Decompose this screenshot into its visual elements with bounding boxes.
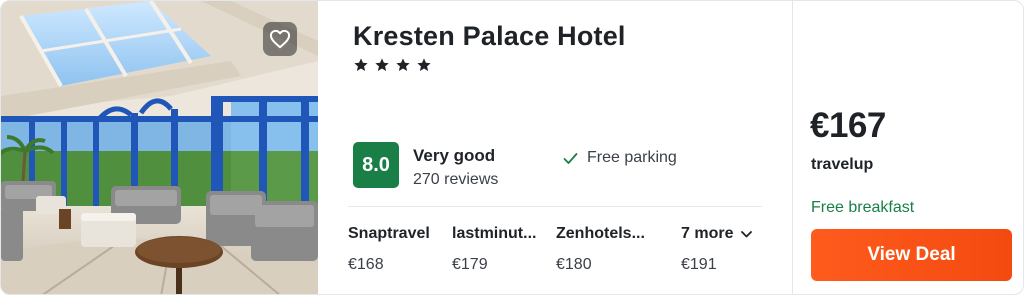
hotel-photo[interactable] bbox=[1, 1, 318, 294]
provider-offer[interactable]: lastminut... €179 bbox=[452, 225, 536, 274]
rating-label: Very good bbox=[413, 146, 496, 165]
provider-price: €179 bbox=[452, 256, 488, 273]
more-providers[interactable]: 7 more €191 bbox=[681, 225, 753, 274]
favorite-button[interactable] bbox=[263, 22, 297, 56]
deal-perk: Free breakfast bbox=[811, 199, 915, 216]
more-providers-toggle[interactable]: 7 more bbox=[681, 225, 753, 243]
deal-provider: travelup bbox=[811, 156, 874, 173]
provider-offer[interactable]: Snaptravel €168 bbox=[348, 225, 430, 274]
provider-name: lastminut... bbox=[452, 225, 537, 242]
rating-score-badge: 8.0 bbox=[353, 142, 399, 188]
star-icon bbox=[375, 58, 389, 71]
star-rating bbox=[353, 57, 432, 73]
more-providers-label: 7 more bbox=[681, 225, 734, 242]
more-providers-price: €191 bbox=[681, 256, 717, 273]
provider-price: €168 bbox=[348, 256, 384, 273]
amenity-free-parking: Free parking bbox=[563, 149, 677, 167]
divider bbox=[348, 206, 762, 207]
star-icon bbox=[396, 58, 410, 71]
star-icon bbox=[417, 58, 431, 71]
star-icon bbox=[354, 58, 368, 71]
heart-icon bbox=[269, 29, 291, 49]
hotel-result-card[interactable]: Kresten Palace Hotel 8.0 Very good 270 r… bbox=[0, 0, 1024, 295]
view-deal-button[interactable]: View Deal bbox=[811, 229, 1012, 281]
chevron-down-icon bbox=[741, 230, 753, 237]
hotel-name[interactable]: Kresten Palace Hotel bbox=[353, 21, 626, 52]
review-count[interactable]: 270 reviews bbox=[413, 171, 498, 189]
provider-price: €180 bbox=[556, 256, 592, 273]
provider-name: Zenhotels... bbox=[556, 225, 645, 242]
deal-panel: €167 travelup Free breakfast View Deal bbox=[792, 1, 1023, 294]
amenity-label: Free parking bbox=[587, 149, 677, 166]
provider-offer[interactable]: Zenhotels... €180 bbox=[556, 225, 645, 274]
hotel-info: Kresten Palace Hotel 8.0 Very good 270 r… bbox=[318, 1, 792, 294]
provider-name: Snaptravel bbox=[348, 225, 430, 242]
check-icon bbox=[563, 152, 578, 164]
deal-price: €167 bbox=[810, 106, 886, 145]
